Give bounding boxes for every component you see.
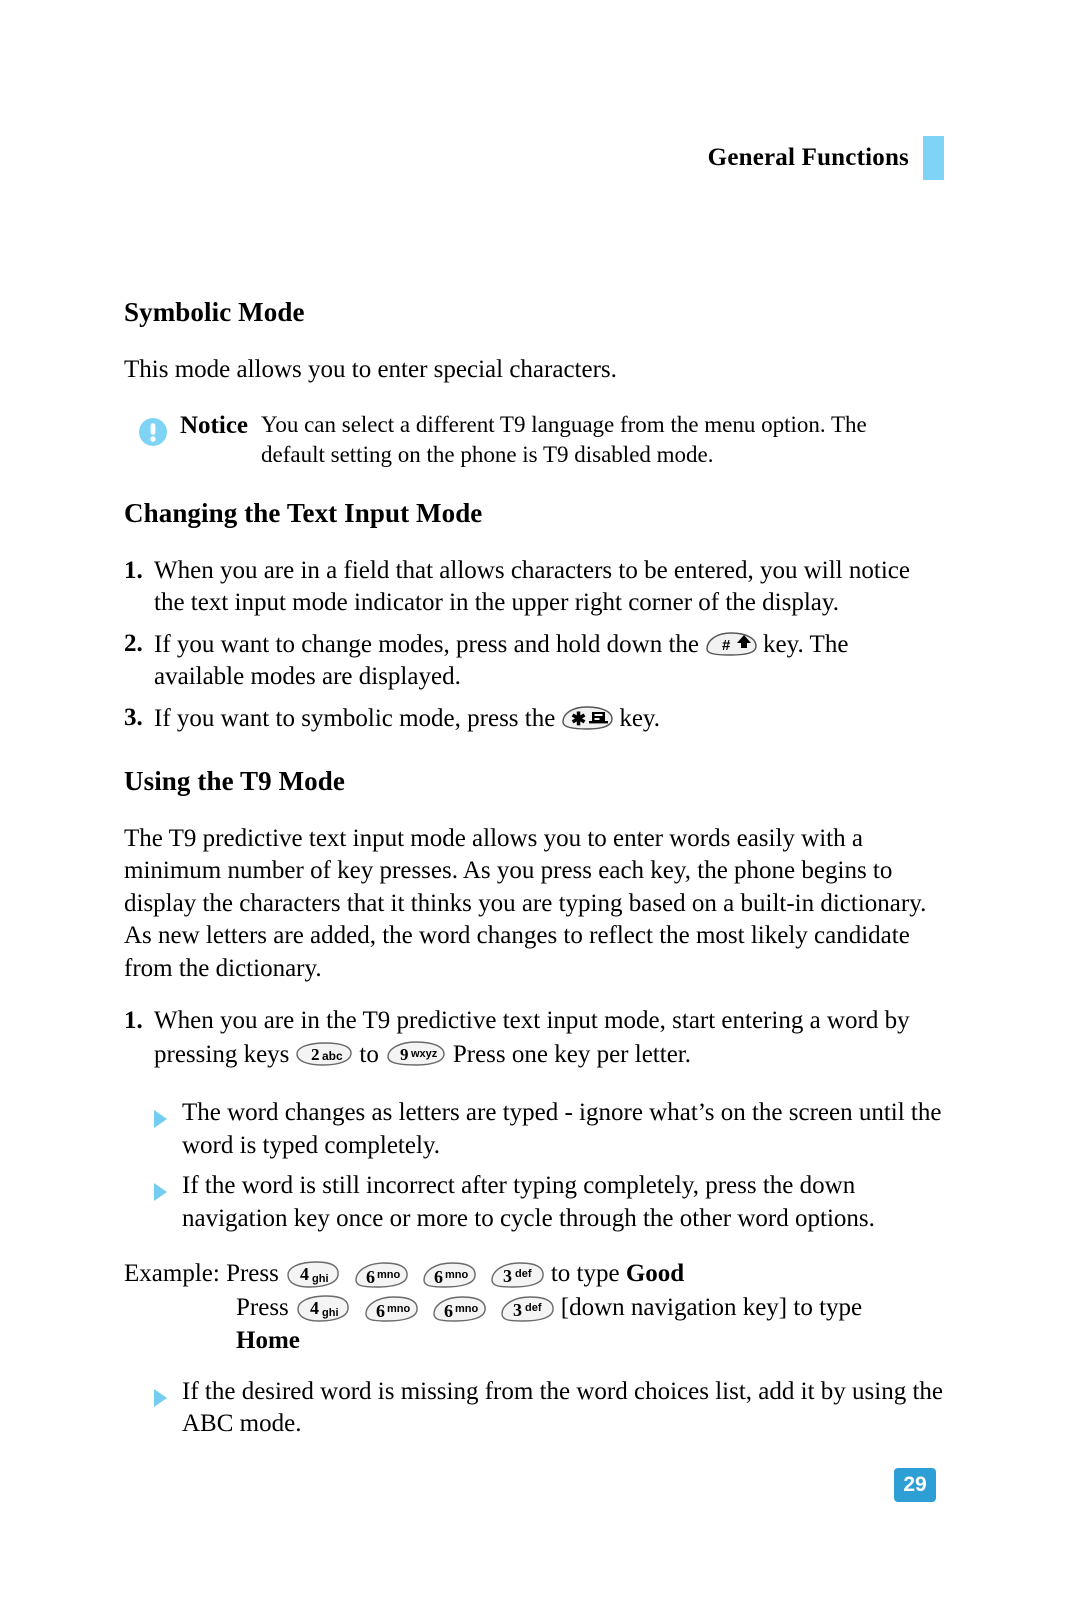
triangle-bullet-icon — [154, 1388, 182, 1407]
step-text-pre: If you want to symbolic mode, press the — [154, 704, 556, 732]
manual-page: General Functions Symbolic Mode This mod… — [0, 0, 1080, 1621]
svg-text:#: # — [722, 637, 731, 654]
header-accent-bar — [923, 136, 944, 180]
svg-text:def: def — [515, 1268, 532, 1280]
svg-text:mno: mno — [377, 1269, 401, 1281]
keypad-key-6mno-icon: 6 mno — [419, 1258, 479, 1290]
page-number-badge: 29 — [894, 1468, 936, 1502]
svg-text:6: 6 — [366, 1267, 375, 1287]
page-header-title: General Functions — [707, 144, 909, 171]
keypad-key-6mno-icon: 6 mno — [429, 1292, 489, 1324]
keypad-key-3def-icon: 3 def — [487, 1258, 547, 1290]
bullet-text: The word changes as letters are typed - … — [182, 1099, 942, 1159]
triangle-bullet-icon — [154, 1183, 182, 1202]
notice-block: Notice You can select a different T9 lan… — [138, 410, 944, 469]
step-text: When you are in the T9 predictive text i… — [154, 1005, 944, 1071]
example-press2-label: Press — [236, 1293, 289, 1321]
step-number: 1. — [124, 556, 143, 584]
notice-label: Notice — [180, 412, 249, 440]
example-block: Example: Press 4 ghi 6 mno 6 mno 3 def to ty… — [124, 1257, 944, 1358]
svg-text:abc: abc — [322, 1049, 343, 1063]
example-press1-tail: to type — [550, 1260, 620, 1288]
step-text-mid: to — [359, 1040, 379, 1068]
notice-exclamation-icon — [138, 417, 168, 447]
svg-text:9: 9 — [400, 1045, 409, 1064]
list-item: 3. If you want to symbolic mode, press t… — [124, 702, 944, 736]
hash-shift-key-icon: # — [703, 628, 759, 658]
svg-text:6: 6 — [376, 1301, 385, 1321]
notice-text-line2: default setting on the phone is T9 disab… — [261, 441, 714, 467]
svg-text:mno: mno — [445, 1269, 469, 1281]
svg-text:6: 6 — [434, 1267, 443, 1287]
triangle-bullet-icon — [154, 1110, 182, 1129]
example-press-row-1: Example: Press 4 ghi 6 mno 6 mno 3 def to ty… — [124, 1257, 944, 1291]
svg-text:wxyz: wxyz — [410, 1048, 438, 1060]
step-text-part2: Press one key per letter. — [452, 1040, 691, 1068]
step-text-post: key. — [619, 704, 661, 732]
keypad-key-9wxyz-icon: 9 wxyz — [383, 1038, 449, 1068]
notice-text-line1: You can select a different T9 language f… — [261, 412, 867, 438]
bullet-text: If the word is still incorrect after typ… — [182, 1172, 875, 1232]
keypad-key-2abc-icon: 2 abc — [293, 1038, 355, 1068]
step-text-pre: If you want to change modes, press and h… — [154, 630, 700, 658]
example-press-row-2: Press 4 ghi 6 mno 6 mno 3 def [down navigati… — [124, 1291, 944, 1325]
bullet-text: If the desired word is missing from the … — [182, 1377, 943, 1438]
changing-steps-list: 1. When you are in a field that allows c… — [124, 555, 944, 736]
keypad-key-6mno-icon: 6 mno — [361, 1292, 421, 1324]
keypad-key-4ghi-icon: 4 ghi — [283, 1258, 343, 1290]
example-press2-tail: [down navigation key] to type — [560, 1293, 863, 1321]
svg-text:def: def — [525, 1302, 542, 1314]
star-symbol-key-icon: ✱ — [559, 702, 615, 732]
svg-text:3: 3 — [513, 1300, 522, 1320]
paragraph-symbolic-mode: This mode allows you to enter special ch… — [124, 355, 617, 383]
heading-symbolic-mode: Symbolic Mode — [124, 297, 305, 327]
example-word-good: Good — [625, 1260, 685, 1288]
keypad-key-4ghi-icon: 4 ghi — [293, 1292, 353, 1324]
svg-text:4: 4 — [310, 1298, 319, 1318]
list-item: 1. When you are in a field that allows c… — [124, 555, 944, 620]
keypad-key-6mno-icon: 6 mno — [351, 1258, 411, 1290]
keypad-key-3def-icon: 3 def — [497, 1292, 557, 1324]
svg-text:2: 2 — [311, 1045, 320, 1064]
svg-text:mno: mno — [387, 1303, 411, 1315]
svg-text:ghi: ghi — [312, 1273, 329, 1285]
example-word-home: Home — [236, 1327, 300, 1355]
notice-text: You can select a different T9 language f… — [261, 410, 944, 469]
svg-text:✱: ✱ — [571, 709, 586, 729]
list-item: If the desired word is missing from the … — [154, 1376, 944, 1441]
step-text: If you want to symbolic mode, press the ✱… — [154, 702, 944, 736]
t9-last-bullet-list: If the desired word is missing from the … — [154, 1376, 944, 1441]
example-press1-label: Press — [226, 1260, 279, 1288]
svg-text:mno: mno — [455, 1303, 479, 1315]
heading-using-t9-mode: Using the T9 Mode — [124, 766, 345, 797]
example-label: Example: — [124, 1260, 220, 1288]
list-item: If the word is still incorrect after typ… — [154, 1170, 944, 1235]
t9-bullet-list: The word changes as letters are typed - … — [154, 1097, 944, 1235]
page-content: Symbolic Mode This mode allows you to en… — [124, 297, 944, 1449]
step-text: When you are in a field that allows char… — [154, 556, 910, 617]
page-header: General Functions — [708, 136, 944, 180]
svg-text:3: 3 — [503, 1266, 512, 1286]
list-item: 2. If you want to change modes, press an… — [124, 628, 944, 694]
step-number: 3. — [124, 703, 143, 731]
paragraph-t9-mode: The T9 predictive text input mode allows… — [124, 824, 927, 982]
step-text: If you want to change modes, press and h… — [154, 628, 944, 694]
list-item: The word changes as letters are typed - … — [154, 1097, 944, 1162]
list-item: 1. When you are in the T9 predictive tex… — [124, 1005, 944, 1071]
heading-changing-text-input-mode: Changing the Text Input Mode — [124, 498, 483, 529]
step-number: 1. — [124, 1007, 143, 1035]
svg-text:ghi: ghi — [322, 1307, 339, 1319]
t9-steps-list: 1. When you are in the T9 predictive tex… — [124, 1005, 944, 1071]
step-number: 2. — [124, 629, 143, 657]
svg-text:6: 6 — [444, 1301, 453, 1321]
svg-text:4: 4 — [300, 1264, 309, 1284]
